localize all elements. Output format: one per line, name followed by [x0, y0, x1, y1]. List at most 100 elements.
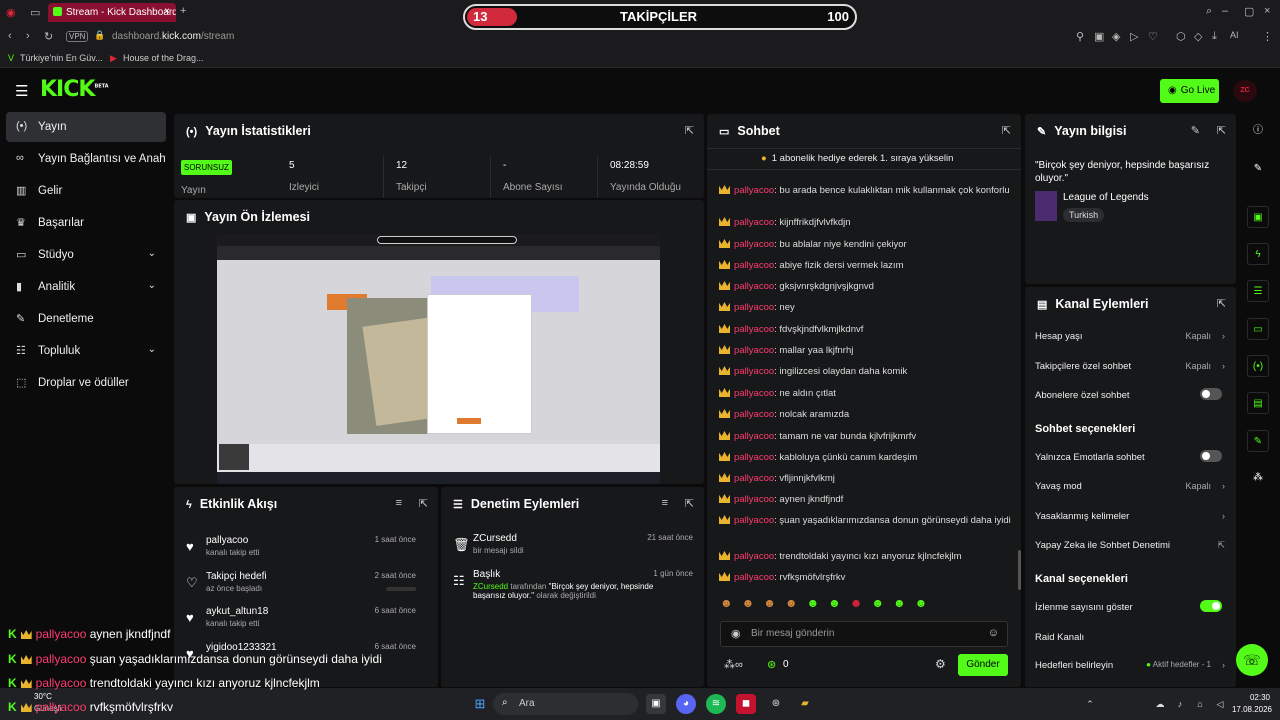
popout-icon[interactable]: ⇱ [1002, 124, 1011, 137]
close-window-icon[interactable]: × [1264, 5, 1270, 17]
sidebar-item-drops[interactable]: ⬚ Droplar ve ödüller [6, 368, 166, 398]
network-icon[interactable]: ⌂ [1190, 694, 1210, 714]
sidebar-item-moderation[interactable]: ✎ Denetleme [6, 304, 166, 334]
browser-tab[interactable]: Stream - Kick Dashboard × [48, 3, 176, 22]
lightning-icon[interactable]: ϟ [1247, 243, 1269, 265]
chat-username[interactable]: pallyacoo [734, 239, 774, 250]
sidebar-item-analytics[interactable]: ▮ Analitik ⌄ [6, 272, 166, 302]
sidebar-item-studio[interactable]: ▭ Stüdyo ⌄ [6, 240, 166, 270]
actions-icon[interactable]: ▤ [1247, 392, 1269, 414]
play-icon[interactable]: ▷ [1130, 30, 1138, 43]
channel-points-icon[interactable]: ⁂∞ [724, 658, 743, 671]
chat-username[interactable]: pallyacoo [734, 345, 774, 356]
extensions-icon[interactable]: ⬡ [1176, 30, 1186, 43]
edit-icon[interactable]: ✎ [1191, 124, 1200, 137]
forward-icon[interactable]: › [26, 30, 30, 42]
filter-icon[interactable]: ≡ [662, 497, 668, 509]
pinned-gift-banner[interactable]: ● 1 abonelik hediye ederek 1. sıraya yüks… [707, 148, 1021, 170]
chat-username[interactable]: pallyacoo [734, 302, 774, 313]
setting-followers-only[interactable]: Takipçilere özel sohbet Kapalı › [1035, 361, 1225, 372]
windows-start-icon[interactable]: ⊞ [470, 694, 490, 714]
popout-icon[interactable]: ⇱ [1217, 124, 1226, 137]
subscribers-only-toggle[interactable] [1200, 388, 1222, 400]
add-widget-icon[interactable]: ⁂ [1247, 467, 1269, 489]
bookmark-item[interactable]: Türkiye'nin En Güv... [20, 53, 103, 63]
emoji-icon[interactable]: ☺ [988, 627, 999, 639]
tab-menu-icon[interactable]: ▭ [30, 6, 40, 19]
search-icon[interactable]: ⌕ [1206, 5, 1212, 18]
chat-username[interactable]: pallyacoo [734, 217, 774, 228]
edit-icon[interactable]: ✎ [1247, 158, 1269, 180]
chat-icon[interactable]: ▭ [1247, 318, 1269, 340]
chat-username[interactable]: pallyacoo [734, 324, 774, 335]
ai-icon[interactable]: AI [1230, 30, 1239, 40]
kick-logo[interactable]: KICKBETA [40, 77, 109, 102]
setting-goals[interactable]: Hedefleri belirleyin ● Aktif hedefler - 1… [1035, 660, 1225, 671]
chat-username[interactable]: pallyacoo [734, 388, 774, 399]
steam-icon[interactable]: ⊛ [766, 694, 786, 714]
sidebar-item-achievements[interactable]: ♛ Başarılar [6, 208, 166, 238]
chat-input[interactable]: ◉ Bir mesaj gönderin ☺ [720, 621, 1008, 647]
setting-banned-words[interactable]: Yasaklanmış kelimeler › [1035, 511, 1225, 522]
popout-icon[interactable]: ⇱ [685, 124, 694, 137]
address-url[interactable]: dashboard.kick.com/stream [112, 31, 234, 42]
popout-icon[interactable]: ⇱ [1217, 297, 1226, 310]
chat-username[interactable]: pallyacoo [734, 572, 774, 583]
info-icon[interactable]: ⓘ [1247, 120, 1269, 142]
cloud-icon[interactable]: ☁ [1150, 694, 1170, 714]
setting-account-age[interactable]: Hesap yaşı Kapalı › [1035, 331, 1225, 342]
avatar[interactable]: ZC [1233, 80, 1257, 102]
preview-icon[interactable]: ▣ [1247, 206, 1269, 228]
reload-icon[interactable]: ↻ [44, 30, 53, 43]
task-view-icon[interactable]: ▣ [646, 694, 666, 714]
new-tab-icon[interactable]: + [180, 5, 186, 17]
chat-username[interactable]: pallyacoo [734, 260, 774, 271]
taskbar-search[interactable]: ⌕ Ara [493, 693, 638, 715]
sidebar-item-stream[interactable]: (•) Yayın [6, 112, 166, 142]
chat-username[interactable]: pallyacoo [734, 366, 774, 377]
filter-icon[interactable]: ≡ [396, 497, 402, 509]
camera-icon[interactable]: ▣ [1094, 30, 1104, 43]
sidebar-item-stream-key[interactable]: ∞ Yayın Bağlantısı ve Anahtar [6, 144, 166, 174]
setting-raid-channel[interactable]: Raid Kanalı [1035, 632, 1225, 643]
wrench-icon[interactable]: ✎ [1247, 430, 1269, 452]
pin-icon[interactable]: ⚲ [1076, 30, 1084, 43]
emote-only-toggle[interactable] [1200, 450, 1222, 462]
tab-close-icon[interactable]: × [164, 6, 170, 17]
chat-username[interactable]: pallyacoo [734, 473, 774, 484]
broadcast-icon[interactable]: (•) [1247, 355, 1269, 377]
maximize-icon[interactable]: ▢ [1244, 5, 1254, 18]
chat-username[interactable]: pallyacoo [734, 185, 774, 196]
category-name[interactable]: League of Legends [1063, 192, 1149, 203]
sidebar-item-revenue[interactable]: ▥ Gelir [6, 176, 166, 206]
menu-icon[interactable]: ⋮ [1262, 30, 1273, 43]
emote-bar[interactable]: ☻☻☻☻☻☻☻☻☻☻ [720, 596, 1015, 616]
chat-username[interactable]: pallyacoo [734, 431, 774, 442]
mic-icon[interactable]: ♪ [1170, 694, 1190, 714]
download-icon[interactable]: ⤓ [1212, 30, 1217, 43]
discord-icon[interactable]: ◕ [676, 694, 696, 714]
chat-username[interactable]: pallyacoo [734, 494, 774, 505]
popout-icon[interactable]: ⇱ [685, 497, 694, 510]
chat-username[interactable]: pallyacoo [734, 452, 774, 463]
app-icon[interactable]: ◼ [736, 694, 756, 714]
setting-slow-mode[interactable]: Yavaş mod Kapalı › [1035, 481, 1225, 492]
chat-username[interactable]: pallyacoo [734, 281, 774, 292]
sidebar-item-community[interactable]: ☷ Topluluk ⌄ [6, 336, 166, 366]
minimize-icon[interactable]: – [1222, 5, 1228, 17]
hamburger-menu-icon[interactable]: ☰ [15, 82, 28, 100]
folder-icon[interactable]: ▰ [795, 694, 815, 714]
setting-ai-moderation[interactable]: Yapay Zeka ile Sohbet Denetimi ⇱ [1035, 540, 1225, 551]
popout-icon[interactable]: ⇱ [419, 497, 428, 510]
vpn-badge[interactable]: VPN [66, 31, 89, 42]
gear-icon[interactable]: ⚙ [935, 657, 946, 671]
spotify-icon[interactable]: ≋ [706, 694, 726, 714]
chat-username[interactable]: pallyacoo [734, 409, 774, 420]
bookmark-item[interactable]: House of the Drag... [123, 53, 204, 63]
send-button[interactable]: Gönder [958, 654, 1008, 676]
heart-icon[interactable]: ♡ [1148, 30, 1158, 43]
chat-username[interactable]: pallyacoo [734, 515, 774, 526]
list-icon[interactable]: ☰ [1247, 280, 1269, 302]
support-button[interactable]: ☏ [1236, 644, 1268, 676]
go-live-button[interactable]: ◉ Go Live [1160, 79, 1219, 103]
